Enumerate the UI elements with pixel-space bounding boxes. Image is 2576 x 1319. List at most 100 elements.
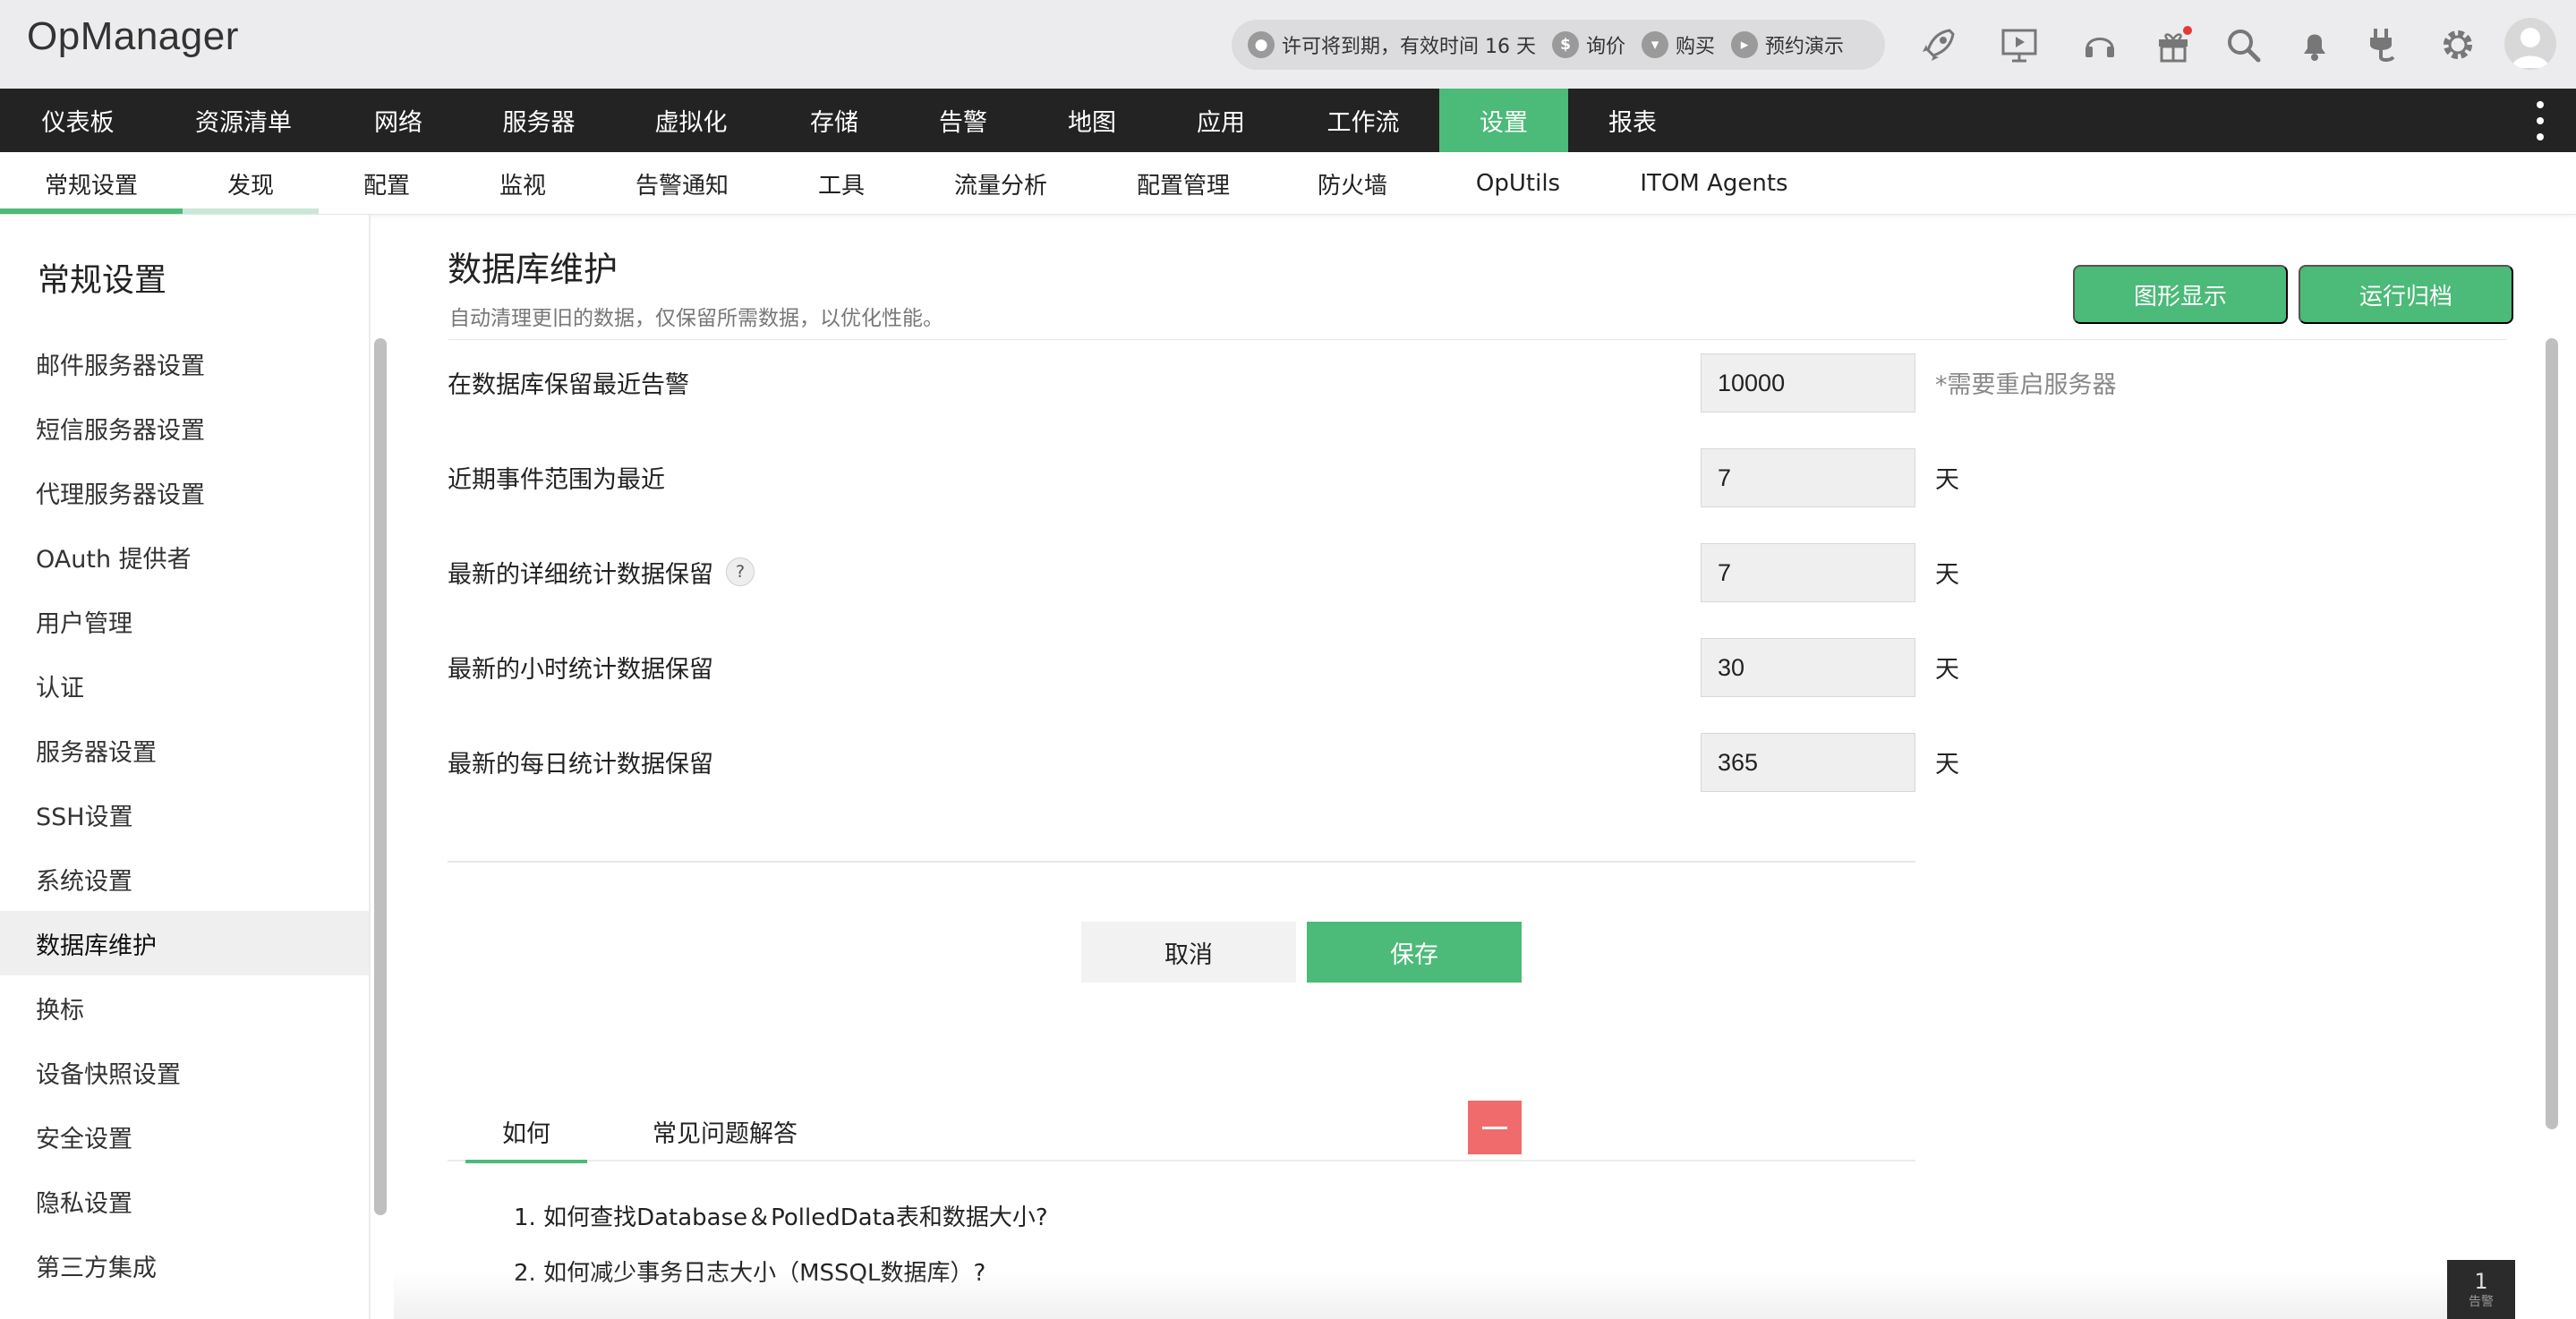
help-tabs: 如何 常见问题解答	[448, 1101, 1915, 1162]
faq-item[interactable]: 1. 如何查找Database＆PolledData表和数据大小?	[514, 1199, 1048, 1232]
subnav-notifications[interactable]: 告警通知	[609, 152, 755, 215]
sidebar-item-user-management[interactable]: 用户管理	[0, 589, 369, 653]
sidebar-item-privacy[interactable]: 隐私设置	[0, 1169, 369, 1233]
bell-icon[interactable]	[2290, 20, 2340, 70]
user-avatar-icon[interactable]	[2504, 18, 2556, 70]
video-icon: ▸	[1731, 31, 1759, 58]
license-icon: ●	[1248, 31, 1275, 58]
help-icon[interactable]: ?	[726, 557, 755, 586]
rocket-icon[interactable]	[1914, 20, 1964, 70]
gear-icon[interactable]	[2433, 20, 2483, 70]
subnav-config-management[interactable]: 配置管理	[1110, 152, 1257, 215]
save-button[interactable]: 保存	[1307, 922, 1522, 983]
buy-label: 购买	[1676, 36, 1716, 58]
field-label: 最新的每日统计数据保留	[448, 750, 713, 779]
recent-alarms-input[interactable]	[1701, 353, 1915, 413]
nav-alarms[interactable]: 告警	[908, 89, 1019, 152]
nav-servers[interactable]: 服务器	[474, 89, 603, 152]
sidebar-item-device-snapshot[interactable]: 设备快照设置	[0, 1040, 369, 1104]
sidebar-item-rebranding[interactable]: 换标	[0, 975, 369, 1040]
sidebar-item-system-settings[interactable]: 系统设置	[0, 847, 369, 911]
unit-label: 天	[1935, 560, 1959, 589]
alarm-count: 1	[2474, 1269, 2488, 1294]
presentation-icon[interactable]	[1994, 20, 2044, 70]
sidebar-item-mail-server[interactable]: 邮件服务器设置	[0, 331, 369, 396]
nav-virtualization[interactable]: 虚拟化	[627, 89, 755, 152]
field-label: 最新的小时统计数据保留	[448, 655, 713, 684]
nav-maps[interactable]: 地图	[1036, 89, 1147, 152]
subnav-flow-analysis[interactable]: 流量分析	[927, 152, 1074, 215]
form-divider	[448, 861, 1915, 863]
alarm-count-badge[interactable]: 1 告警	[2447, 1260, 2515, 1319]
gift-icon[interactable]	[2148, 20, 2198, 70]
subnav-monitoring[interactable]: 监视	[469, 152, 576, 215]
subnav-discovery[interactable]: 发现	[197, 152, 304, 215]
nav-settings[interactable]: 设置	[1439, 89, 1568, 152]
headset-icon[interactable]	[2075, 20, 2125, 70]
nav-storage[interactable]: 存储	[779, 89, 890, 152]
daily-stats-input[interactable]	[1701, 733, 1915, 792]
plug-icon[interactable]	[2358, 20, 2408, 70]
nav-workflow[interactable]: 工作流	[1294, 89, 1432, 152]
run-archive-button[interactable]: 运行归档	[2299, 265, 2513, 324]
alarm-label: 告警	[2469, 1295, 2494, 1309]
tab-faq[interactable]: 常见问题解答	[627, 1101, 823, 1162]
form-row-recent-events: 近期事件范围为最近 天	[448, 446, 1959, 508]
sidebar-item-sms-server[interactable]: 短信服务器设置	[0, 396, 369, 460]
help-tab-active-indicator	[465, 1160, 587, 1163]
sidebar-item-security[interactable]: 安全设置	[0, 1104, 369, 1169]
subnav-active-indicator	[0, 208, 183, 214]
header-divider	[448, 339, 2506, 340]
license-text: 许可将到期，有效时间 16 天	[1282, 36, 1536, 58]
sidebar-item-third-party[interactable]: 第三方集成	[0, 1233, 369, 1298]
app-logo[interactable]: OpManager	[27, 14, 239, 59]
inquiry-label: 询价	[1585, 36, 1625, 58]
sidebar-item-authentication[interactable]: 认证	[0, 653, 369, 718]
dollar-icon: $	[1551, 31, 1579, 58]
more-menu-icon[interactable]	[2529, 101, 2551, 140]
unit-label: 天	[1935, 465, 1959, 494]
collapse-button[interactable]	[1468, 1101, 1522, 1154]
sidebar-item-oauth[interactable]: OAuth 提供者	[0, 524, 369, 589]
nav-reports[interactable]: 报表	[1577, 89, 1688, 152]
search-icon[interactable]	[2218, 20, 2268, 70]
subnav-tools[interactable]: 工具	[788, 152, 895, 215]
hourly-stats-input[interactable]	[1701, 638, 1915, 697]
sidebar-title: 常规设置	[38, 262, 167, 299]
detailed-stats-input[interactable]	[1701, 543, 1915, 602]
license-bar: ● 许可将到期，有效时间 16 天 $ 询价 ▾ 购买 ▸ 预约演示	[1232, 20, 1885, 70]
license-status[interactable]: ● 许可将到期，有效时间 16 天	[1248, 30, 1536, 59]
recent-events-input[interactable]	[1701, 448, 1915, 507]
demo-label: 预约演示	[1765, 36, 1845, 58]
nav-apps[interactable]: 应用	[1165, 89, 1276, 152]
field-label-wrap: 最新的详细统计数据保留 ?	[448, 540, 755, 603]
subnav-general-settings[interactable]: 常规设置	[0, 152, 183, 215]
subnav-oputils[interactable]: OpUtils	[1455, 152, 1581, 215]
field-label: 近期事件范围为最近	[448, 465, 665, 494]
cancel-button[interactable]: 取消	[1081, 922, 1296, 983]
sidebar-item-proxy-server[interactable]: 代理服务器设置	[0, 460, 369, 524]
subnav-itom-agents[interactable]: ITOM Agents	[1620, 152, 1808, 215]
form-row-daily-stats: 最新的每日统计数据保留 天	[448, 730, 1959, 793]
sidebar-scrollbar[interactable]	[374, 338, 387, 1215]
sidebar-item-db-maintenance[interactable]: 数据库维护	[0, 911, 369, 975]
tab-how-to[interactable]: 如何	[465, 1101, 587, 1162]
graph-view-button[interactable]: 图形显示	[2073, 265, 2288, 324]
subnav-firewall[interactable]: 防火墙	[1294, 152, 1411, 215]
subnav-configuration[interactable]: 配置	[333, 152, 440, 215]
inquiry-link[interactable]: $ 询价	[1551, 30, 1625, 59]
buy-link[interactable]: ▾ 购买	[1642, 30, 1715, 59]
form-row-hourly-stats: 最新的小时统计数据保留 天	[448, 635, 1959, 698]
nav-network[interactable]: 网络	[340, 89, 456, 152]
demo-link[interactable]: ▸ 预约演示	[1731, 30, 1844, 59]
restart-note: *需要重启服务器	[1935, 370, 2117, 399]
nav-inventory[interactable]: 资源清单	[163, 89, 324, 152]
content-scrollbar[interactable]	[2546, 338, 2558, 1129]
field-label: 在数据库保留最近告警	[448, 370, 689, 399]
form-row-recent-alarms: 在数据库保留最近告警 *需要重启服务器	[448, 351, 2117, 413]
sidebar-item-ssh-settings[interactable]: SSH设置	[0, 782, 369, 847]
sidebar-item-server-settings[interactable]: 服务器设置	[0, 718, 369, 782]
nav-dashboard[interactable]: 仪表板	[0, 89, 156, 152]
top-header: OpManager ● 许可将到期，有效时间 16 天 $ 询价 ▾ 购买 ▸ …	[0, 0, 2576, 89]
unit-label: 天	[1935, 655, 1959, 684]
